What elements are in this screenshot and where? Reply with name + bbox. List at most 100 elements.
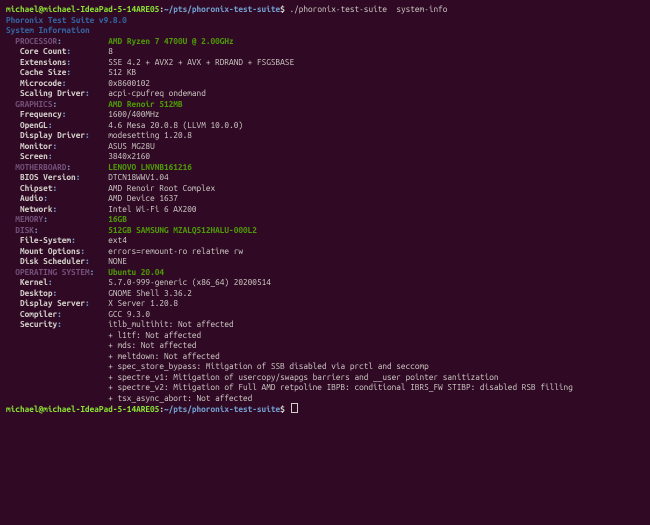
- field-label: Display Driver: [20, 130, 85, 140]
- field-value: acpi-cpufreq ondemand: [108, 88, 206, 98]
- field-value: 512 KB: [108, 67, 136, 77]
- command-text[interactable]: ./phoronix-test-suite system-info: [289, 4, 447, 14]
- line: Network: Intel Wi-Fi 6 AX200: [6, 204, 644, 215]
- field-label: Core Count: [20, 46, 66, 56]
- line: OpenGL: 4.6 Mesa 20.0.8 (LLVM 10.0.0): [6, 120, 644, 131]
- field-label: Monitor: [20, 141, 53, 151]
- field-label: BIOS Version: [20, 172, 76, 182]
- section-name: OPERATING SYSTEM: [15, 267, 89, 277]
- line: Disk Scheduler: NONE: [6, 256, 644, 267]
- line: + spectre_v2: Mitigation of Full AMD ret…: [6, 382, 644, 393]
- field-label: File-System: [20, 235, 71, 245]
- field-value: X Server 1.20.8: [108, 298, 178, 308]
- field-label: Microcode: [20, 78, 62, 88]
- line: MOTHERBOARD: LENOVO LNVNB161216: [6, 162, 644, 173]
- security-line: + tsx_async_abort: Not affected: [108, 393, 252, 403]
- prompt-dollar: $: [280, 404, 289, 414]
- prompt-path: ~/pts/phoronix-test-suite: [164, 4, 280, 14]
- field-value: 3840x2160: [108, 151, 150, 161]
- field-label: Extensions: [20, 57, 66, 67]
- field-label: Cache Size: [20, 67, 66, 77]
- line: BIOS Version: DTCN18WWV1.04: [6, 172, 644, 183]
- line: GRAPHICS: AMD Renoir 512MB: [6, 99, 644, 110]
- line: Audio: AMD Device 1637: [6, 193, 644, 204]
- line: Desktop: GNOME Shell 3.36.2: [6, 288, 644, 299]
- field-value: GCC 9.3.0: [108, 309, 150, 319]
- field-label: Scaling Driver: [20, 88, 85, 98]
- field-label: Kernel: [20, 277, 48, 287]
- line: Display Server: X Server 1.20.8: [6, 298, 644, 309]
- line: Mount Options: errors=remount-ro relatim…: [6, 246, 644, 257]
- section-headline: AMD Renoir 512MB: [108, 99, 182, 109]
- field-label: Frequency: [20, 109, 62, 119]
- prompt-user-host: michael@michael-IdeaPad-5-14ARE05: [6, 404, 159, 414]
- field-label: Audio: [20, 193, 43, 203]
- prompt-user-host: michael@michael-IdeaPad-5-14ARE05: [6, 4, 159, 14]
- section-headline: Ubuntu 20.04: [108, 267, 164, 277]
- line: Display Driver: modesetting 1.20.8: [6, 130, 644, 141]
- line: MEMORY: 16GB: [6, 214, 644, 225]
- security-line: + spectre_v2: Mitigation of Full AMD ret…: [108, 382, 573, 392]
- field-label: Screen: [20, 151, 48, 161]
- line: Monitor: ASUS MG28U: [6, 141, 644, 152]
- line: OPERATING SYSTEM: Ubuntu 20.04: [6, 267, 644, 278]
- line: + tsx_async_abort: Not affected: [6, 393, 644, 404]
- line: + meltdown: Not affected: [6, 351, 644, 362]
- field-value: ASUS MG28U: [108, 141, 154, 151]
- field-value: 8: [108, 46, 113, 56]
- field-label: Security: [20, 319, 57, 329]
- suite-version: Phoronix Test Suite v9.8.0: [6, 15, 127, 25]
- line: Kernel: 5.7.0-999-generic (x86_64) 20200…: [6, 277, 644, 288]
- field-label: OpenGL: [20, 120, 48, 130]
- line: Compiler: GCC 9.3.0: [6, 309, 644, 320]
- line: michael@michael-IdeaPad-5-14ARE05:~/pts/…: [6, 4, 644, 15]
- line: Phoronix Test Suite v9.8.0: [6, 15, 644, 26]
- section-headline: AMD Ryzen 7 4700U @ 2.00GHz: [108, 36, 233, 46]
- line: File-System: ext4: [6, 235, 644, 246]
- field-value: 1600/400MHz: [108, 109, 159, 119]
- line: michael@michael-IdeaPad-5-14ARE05:~/pts/…: [6, 403, 644, 415]
- field-value: ext4: [108, 235, 127, 245]
- field-value: 5.7.0-999-generic (x86_64) 20200514: [108, 277, 271, 287]
- line: Screen: 3840x2160: [6, 151, 644, 162]
- section-headline: 16GB: [108, 214, 127, 224]
- field-value: AMD Renoir Root Complex: [108, 183, 215, 193]
- section-name: GRAPHICS: [15, 99, 52, 109]
- line: DISK: 512GB SAMSUNG MZALQ512HALU-000L2: [6, 225, 644, 236]
- section-headline: LENOVO LNVNB161216: [108, 162, 192, 172]
- field-label: Network: [20, 204, 53, 214]
- line: + spectre_v1: Mitigation of usercopy/swa…: [6, 372, 644, 383]
- line: Core Count: 8: [6, 46, 644, 57]
- section-headline: 512GB SAMSUNG MZALQ512HALU-000L2: [108, 225, 257, 235]
- line: Frequency: 1600/400MHz: [6, 109, 644, 120]
- field-value: DTCN18WWV1.04: [108, 172, 168, 182]
- security-line: + l1tf: Not affected: [108, 330, 201, 340]
- system-info-heading: System Information: [6, 25, 90, 35]
- security-line: + mds: Not affected: [108, 340, 196, 350]
- line: Extensions: SSE 4.2 + AVX2 + AVX + RDRAN…: [6, 57, 644, 68]
- line: Security: itlb_multihit: Not affected: [6, 319, 644, 330]
- field-value: itlb_multihit: Not affected: [108, 319, 233, 329]
- section-name: DISK: [15, 225, 34, 235]
- line: + spec_store_bypass: Mitigation of SSB d…: [6, 361, 644, 372]
- field-label: Desktop: [20, 288, 53, 298]
- cursor-icon[interactable]: [291, 403, 298, 413]
- field-value: NONE: [108, 256, 127, 266]
- security-line: + meltdown: Not affected: [108, 351, 220, 361]
- line: Cache Size: 512 KB: [6, 67, 644, 78]
- section-name: MOTHERBOARD: [15, 162, 66, 172]
- field-label: Mount Options: [20, 246, 80, 256]
- field-value: AMD Device 1637: [108, 193, 178, 203]
- line: Microcode: 0x8600102: [6, 78, 644, 89]
- line: + mds: Not affected: [6, 340, 644, 351]
- line: Scaling Driver: acpi-cpufreq ondemand: [6, 88, 644, 99]
- section-name: PROCESSOR: [15, 36, 57, 46]
- line: System Information: [6, 25, 644, 36]
- field-value: errors=remount-ro relatime rw: [108, 246, 243, 256]
- field-value: modesetting 1.20.8: [108, 130, 192, 140]
- line: + l1tf: Not affected: [6, 330, 644, 341]
- field-label: Compiler: [20, 309, 57, 319]
- field-value: 0x8600102: [108, 78, 150, 88]
- field-value: 4.6 Mesa 20.0.8 (LLVM 10.0.0): [108, 120, 243, 130]
- security-line: + spectre_v1: Mitigation of usercopy/swa…: [108, 372, 498, 382]
